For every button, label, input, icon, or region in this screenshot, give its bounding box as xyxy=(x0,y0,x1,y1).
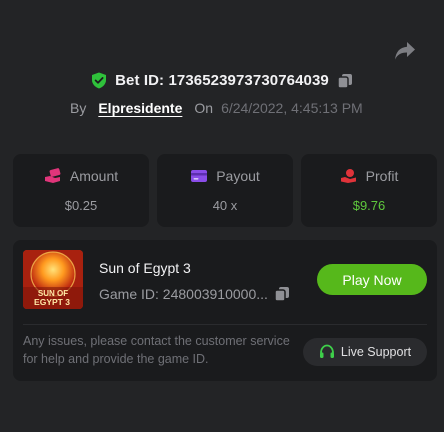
stat-profit: Profit $9.76 xyxy=(301,154,437,227)
bet-id-label: Bet ID: 1736523973730764039 xyxy=(115,72,329,89)
bet-id-prefix: Bet ID: xyxy=(115,72,165,89)
bet-id-value: 1736523973730764039 xyxy=(168,72,329,89)
stat-amount-value: $0.25 xyxy=(64,198,98,213)
live-support-label: Live Support xyxy=(340,345,412,359)
stat-payout-label: Payout xyxy=(216,168,260,184)
game-thumbnail[interactable]: SUN OF EGYPT 3 xyxy=(23,250,83,309)
game-card: SUN OF EGYPT 3 Sun of Egypt 3 Game ID: 2… xyxy=(13,240,437,381)
help-text: Any issues, please contact the customer … xyxy=(23,334,290,366)
sun-artwork-icon: SUN OF EGYPT 3 xyxy=(23,250,83,309)
thumb-text-bottom: EGYPT 3 xyxy=(34,297,70,307)
stat-payout-value: 40 x xyxy=(212,198,238,213)
hand-coin-icon xyxy=(340,169,356,183)
headset-icon xyxy=(319,344,334,358)
copy-icon[interactable] xyxy=(337,73,353,89)
on-label: On xyxy=(194,100,214,116)
copy-icon[interactable] xyxy=(274,286,290,302)
stat-profit-label: Profit xyxy=(365,168,399,184)
username-link[interactable]: Elpresidente xyxy=(98,100,182,116)
shield-check-icon xyxy=(92,72,107,89)
credit-card-icon xyxy=(191,170,208,182)
stat-profit-value: $9.76 xyxy=(352,198,386,213)
play-now-button[interactable]: Play Now xyxy=(317,264,427,295)
stat-amount-label: Amount xyxy=(69,168,119,184)
game-id-row: Game ID: 248003910000... xyxy=(99,286,290,302)
stat-payout: Payout 40 x xyxy=(157,154,293,227)
bet-id-row: Bet ID: 1736523973730764039 xyxy=(0,72,444,92)
share-icon[interactable] xyxy=(394,41,416,61)
bet-details-panel: Bet ID: 1736523973730764039 By Elpreside… xyxy=(0,0,444,432)
game-id-label: Game ID: 248003910000... xyxy=(99,286,268,302)
live-support-button[interactable]: Live Support xyxy=(303,338,427,366)
divider xyxy=(23,324,427,325)
stat-amount: Amount $0.25 xyxy=(13,154,149,227)
wallet-hand-icon xyxy=(44,168,61,183)
game-title[interactable]: Sun of Egypt 3 xyxy=(99,260,191,276)
bet-date: 6/24/2022, 4:45:13 PM xyxy=(221,100,363,116)
by-label: By xyxy=(70,100,87,116)
bet-author-row: By Elpresidente On 6/24/2022, 4:45:13 PM xyxy=(70,98,363,118)
